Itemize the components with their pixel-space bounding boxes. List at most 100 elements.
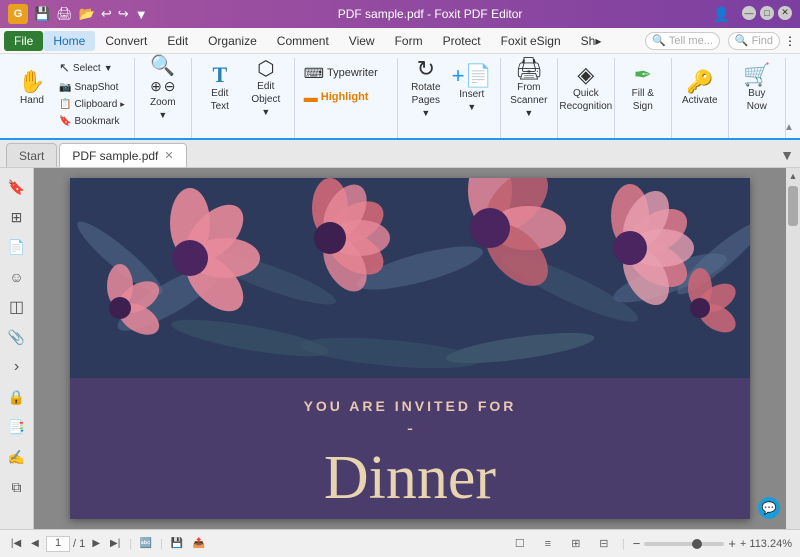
zoom-slider[interactable] (644, 542, 724, 546)
chat-button[interactable]: 💬 (758, 497, 780, 519)
rotate-pages-button[interactable]: ↻ Rotate Pages ▼ (404, 58, 448, 118)
user-icon[interactable]: 👤 (713, 6, 730, 23)
fill-sign-icon: ✒ (634, 64, 652, 86)
quick-undo-icon[interactable]: ↩ (101, 6, 112, 22)
buy-now-button[interactable]: 🛒 Buy Now (735, 58, 779, 118)
sidebar-fileinfo[interactable]: 📑 (4, 414, 30, 440)
typewriter-icon: ⌨ (304, 65, 324, 82)
window-controls: 👤 — □ ✕ (713, 6, 792, 23)
hand-button[interactable]: ✋ Hand (10, 58, 54, 118)
menu-form[interactable]: Form (385, 31, 433, 51)
clipboard-dropdown: ▸ (120, 99, 125, 110)
share-status-icon[interactable]: 📤 (191, 536, 207, 552)
from-scanner-button[interactable]: 🖨 From Scanner ▼ (507, 58, 551, 118)
edit-buttons: T Edit Text ⬡ Edit Object ▼ (198, 58, 288, 138)
insert-icon: +📄 (452, 65, 492, 87)
menu-home[interactable]: Home (43, 31, 95, 51)
sidebar-bookmarks[interactable]: 🔖 (4, 174, 30, 200)
from-scanner-icon: 🖨 (515, 58, 543, 80)
menu-file[interactable]: File (4, 31, 43, 51)
menu-organize[interactable]: Organize (198, 31, 267, 51)
menu-view[interactable]: View (339, 31, 385, 51)
menu-foxitesign[interactable]: Foxit eSign (491, 31, 571, 51)
scroll-up-arrow[interactable]: ▲ (786, 168, 800, 184)
zoom-minus-button[interactable]: − (633, 536, 641, 551)
sidebar-signatures[interactable]: ✍ (4, 444, 30, 470)
maximize-button[interactable]: □ (760, 6, 774, 20)
edit-object-label: Edit (257, 81, 274, 92)
highlight-button[interactable]: ▬ Highlight (301, 86, 391, 108)
select-button[interactable]: ↖ Select ▼ (56, 58, 128, 78)
fillsign-buttons: ✒ Fill & Sign (621, 58, 665, 138)
insert-button[interactable]: +📄 Insert ▼ (450, 58, 494, 118)
menu-more-icon[interactable]: ⋮ (784, 34, 796, 48)
continuous-view[interactable]: ≡ (538, 536, 558, 552)
sidebar-expand[interactable]: › (4, 354, 30, 380)
menu-share[interactable]: Sh▸ (571, 31, 612, 51)
edit-object-icon: ⬡ (257, 59, 274, 79)
find-box[interactable]: 🔍 Find (728, 32, 780, 50)
status-divider3: | (622, 538, 625, 550)
bookmark-button[interactable]: 🔖 Bookmark (56, 113, 128, 129)
bookmark-icon: 🔖 (59, 116, 71, 127)
ribbon-collapse-icon[interactable]: ▲ (784, 122, 798, 136)
menu-protect[interactable]: Protect (433, 31, 491, 51)
sidebar-copy[interactable]: ⧉ (4, 474, 30, 500)
sidebar-security[interactable]: 🔒 (4, 384, 30, 410)
zoom-plus-button[interactable]: + (728, 536, 736, 551)
buy-now-icon: 🛒 (743, 64, 770, 86)
dinner-text: Dinner (90, 443, 730, 514)
quick-recognition-button[interactable]: ◈ Quick Recognition (564, 58, 608, 118)
tab-close-icon[interactable]: ✕ (164, 149, 173, 162)
sidebar-layers[interactable]: ◫ (4, 294, 30, 320)
snapshot-icon: 📷 (59, 82, 71, 93)
next-page-button[interactable]: ▶ (88, 536, 104, 552)
activate-label: Activate (682, 95, 718, 106)
tell-me-box[interactable]: 🔍 Tell me... (645, 32, 720, 50)
status-left: |◀ ◀ 1 / 1 ▶ ▶| | 🔤 | 💾 📤 (8, 536, 207, 552)
sidebar-document[interactable]: 📄 (4, 234, 30, 260)
sidebar-comments[interactable]: ☺ (4, 264, 30, 290)
rotate-pages-sublabel: Pages (412, 95, 440, 106)
menu-edit[interactable]: Edit (157, 31, 198, 51)
first-page-button[interactable]: |◀ (8, 536, 24, 552)
edit-text-button[interactable]: T Edit Text (198, 58, 242, 118)
quick-save-icon[interactable]: 💾 (34, 6, 50, 22)
single-page-view[interactable]: ☐ (510, 536, 530, 552)
quick-more-icon[interactable]: ▼ (135, 7, 148, 22)
activate-button[interactable]: 🔑 Activate (678, 58, 722, 118)
edit-object-dropdown: ▼ (261, 107, 270, 117)
prev-page-button[interactable]: ◀ (27, 536, 43, 552)
tab-scroll-down[interactable]: ▼ (780, 147, 794, 163)
quick-redo-icon[interactable]: ↪ (118, 6, 129, 22)
close-button[interactable]: ✕ (778, 6, 792, 20)
zoom-thumb[interactable] (692, 539, 702, 549)
goto-page-icon[interactable]: 🔤 (138, 536, 154, 552)
fill-sign-button[interactable]: ✒ Fill & Sign (621, 58, 665, 118)
quick-open-icon[interactable]: 📂 (79, 6, 95, 22)
minimize-button[interactable]: — (742, 6, 756, 20)
clipboard-button[interactable]: 📋 Clipboard ▸ (56, 96, 128, 112)
tab-bar: Start PDF sample.pdf ✕ ▼ (0, 140, 800, 168)
scroll-thumb[interactable] (788, 186, 798, 226)
snapshot-button[interactable]: 📷 SnapShot (56, 79, 128, 95)
menu-convert[interactable]: Convert (95, 31, 157, 51)
search-icon: 🔍 (652, 34, 666, 47)
sidebar-pages[interactable]: ⊞ (4, 204, 30, 230)
menu-comment[interactable]: Comment (267, 31, 339, 51)
spread-view[interactable]: ⊟ (594, 536, 614, 552)
last-page-button[interactable]: ▶| (107, 536, 123, 552)
edit-object-button[interactable]: ⬡ Edit Object ▼ (244, 58, 288, 118)
tab-pdf-sample[interactable]: PDF sample.pdf ✕ (59, 143, 186, 167)
current-page[interactable]: 1 (46, 536, 70, 552)
sidebar-attachments[interactable]: 📎 (4, 324, 30, 350)
typewriter-button[interactable]: ⌨ Typewriter (301, 62, 391, 84)
two-page-view[interactable]: ⊞ (566, 536, 586, 552)
tab-start[interactable]: Start (6, 143, 57, 167)
save-icon[interactable]: 💾 (169, 536, 185, 552)
quick-print-icon[interactable]: 🖨 (56, 6, 73, 22)
zoom-button[interactable]: 🔍 ⊕ ⊖ Zoom ▼ (141, 58, 185, 118)
hand-label: Hand (20, 95, 44, 106)
rotate-pages-dropdown: ▼ (421, 108, 430, 118)
pdf-page: YOU ARE INVITED FOR - Dinner (70, 178, 750, 519)
